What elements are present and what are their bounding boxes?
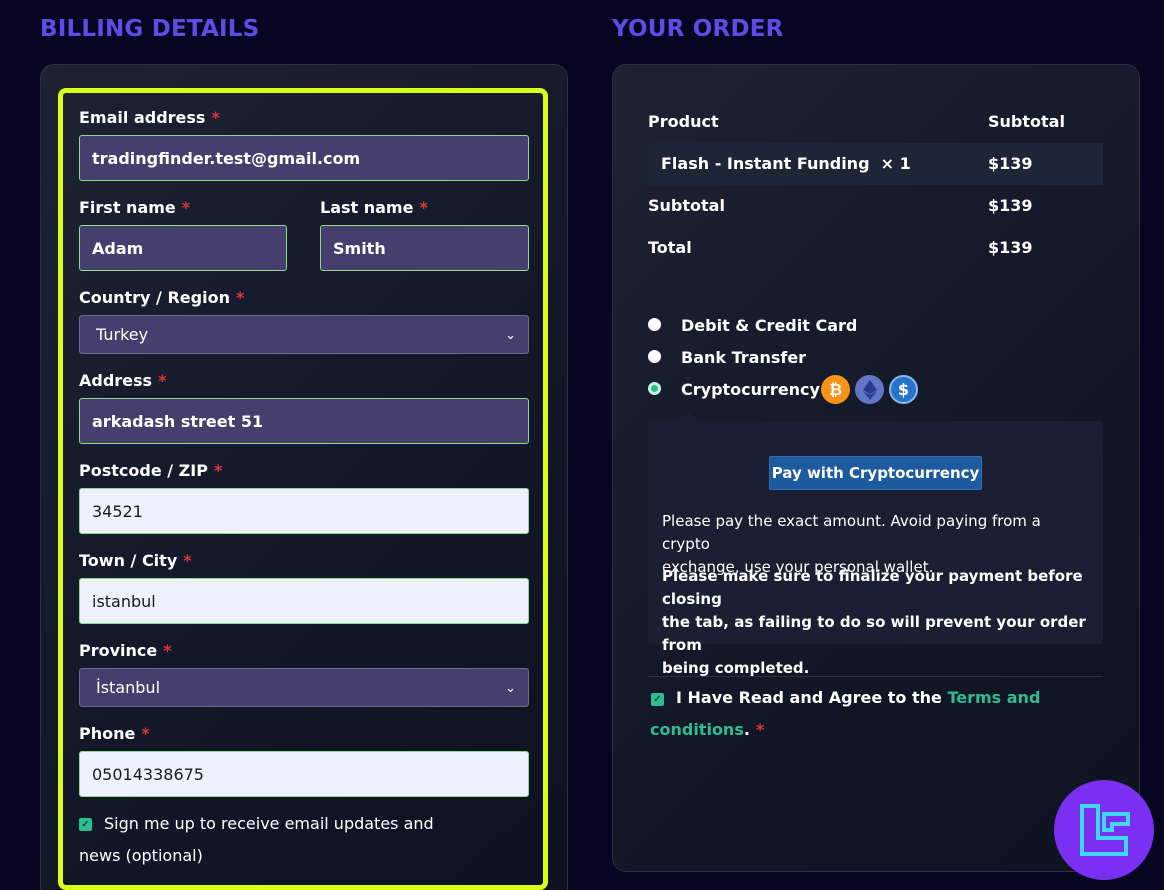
country-select[interactable]: Turkey ⌄ [79, 315, 529, 354]
divider [648, 676, 1103, 677]
total-value: $139 [988, 238, 1033, 257]
city-field[interactable]: istanbul [79, 578, 529, 624]
country-label: Country / Region * [79, 288, 245, 307]
subtotal-value: $139 [988, 196, 1033, 215]
pay-with-crypto-button[interactable]: Pay with Cryptocurrency [769, 456, 982, 490]
ethereum-icon [855, 375, 884, 404]
payment-method-cryptocurrency[interactable]: Cryptocurrency [681, 380, 820, 399]
province-label: Province * [79, 641, 172, 660]
total-label: Total [648, 238, 692, 257]
last-name-field[interactable]: Smith [320, 225, 529, 271]
bitcoin-icon: ₿ [821, 375, 850, 404]
phone-field[interactable]: 05014338675 [79, 751, 529, 797]
your-order-title: YOUR ORDER [612, 16, 784, 42]
terms-checkbox[interactable]: ✓ [651, 693, 664, 706]
product-column-header: Product [648, 112, 719, 131]
product-name: Flash - Instant Funding × 1 [661, 154, 911, 173]
first-name-field[interactable]: Adam [79, 225, 287, 271]
payment-method-bank-transfer[interactable]: Bank Transfer [681, 348, 806, 367]
terms-text-cont: conditions. * [650, 720, 765, 739]
radio-bank-transfer[interactable] [648, 350, 661, 363]
subtotal-label: Subtotal [648, 196, 725, 215]
payment-method-debit-card[interactable]: Debit & Credit Card [681, 316, 857, 335]
province-select[interactable]: İstanbul ⌄ [79, 668, 529, 707]
postcode-field[interactable]: 34521 [79, 488, 529, 534]
terms-link[interactable]: Terms and [947, 688, 1040, 707]
email-label: Email address * [79, 108, 220, 127]
billing-details-title: BILLING DETAILS [40, 16, 260, 42]
crypto-box-pointer [678, 411, 698, 421]
tradingfinder-logo [1054, 780, 1154, 880]
email-field[interactable]: tradingfinder.test@gmail.com [79, 135, 529, 181]
radio-debit-card[interactable] [648, 318, 661, 331]
terms-link-cont[interactable]: conditions [650, 720, 744, 739]
chevron-down-icon: ⌄ [505, 328, 516, 343]
radio-cryptocurrency[interactable] [648, 382, 661, 395]
chevron-down-icon: ⌄ [505, 681, 516, 696]
phone-label: Phone * [79, 724, 150, 743]
newsletter-label: Sign me up to receive email updates and [104, 814, 434, 833]
newsletter-label-cont: news (optional) [79, 846, 203, 865]
last-name-label: Last name * [320, 198, 428, 217]
postcode-label: Postcode / ZIP * [79, 461, 223, 480]
first-name-label: First name * [79, 198, 191, 217]
city-label: Town / City * [79, 551, 192, 570]
address-label: Address * [79, 371, 167, 390]
address-field[interactable]: arkadash street 51 [79, 398, 529, 444]
subtotal-column-header: Subtotal [988, 112, 1065, 131]
newsletter-checkbox[interactable]: ✓ [79, 818, 92, 831]
crypto-note-2: Please make sure to finalize your paymen… [662, 567, 1086, 677]
terms-text: I Have Read and Agree to the Terms and [676, 688, 1041, 707]
usdc-icon: $ [889, 375, 918, 404]
product-price: $139 [988, 154, 1033, 173]
